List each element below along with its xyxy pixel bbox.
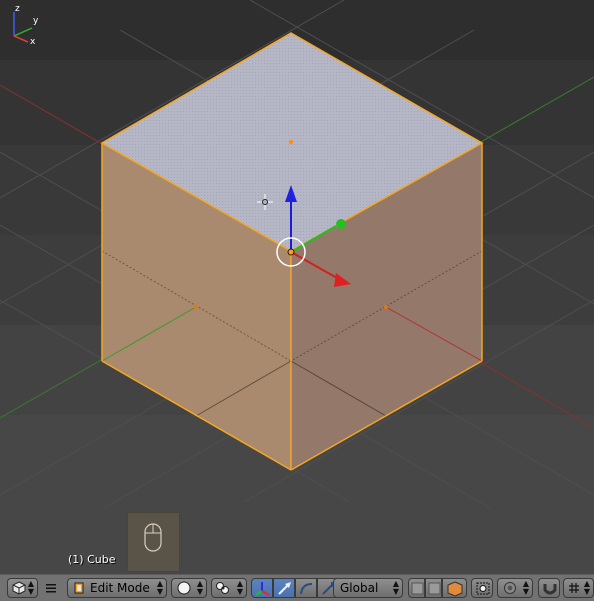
hamburger-menu-icon[interactable] xyxy=(44,581,58,595)
mode-label: Edit Mode xyxy=(90,581,150,595)
translate-manipulator-button[interactable] xyxy=(273,578,295,598)
snap-increment-icon xyxy=(569,583,579,593)
limit-selection-toggle[interactable] xyxy=(471,578,493,598)
transform-orientation-select[interactable]: Global ▲ ▼ xyxy=(333,578,403,598)
viewport-cube-icon xyxy=(12,581,26,595)
manipulator-toggle[interactable] xyxy=(251,578,273,598)
solid-sphere-icon xyxy=(177,581,191,595)
proportional-edit-icon xyxy=(504,582,516,594)
edit-mode-icon xyxy=(74,582,84,594)
rotate-manipulator-button[interactable] xyxy=(295,578,317,598)
limit-selection-icon xyxy=(476,582,490,595)
3d-viewport[interactable]: z y x (1) Cube xyxy=(0,0,594,574)
rotate-arc-icon xyxy=(300,583,313,595)
vertex-select-icon xyxy=(411,582,424,595)
translate-arrow-icon xyxy=(278,582,291,595)
axis-z-label: z xyxy=(15,4,20,14)
axis-orientation-widget: z y x xyxy=(13,4,39,47)
mouse-icon xyxy=(144,523,162,552)
viewport-shading-select[interactable]: ▲ ▼ xyxy=(171,578,207,598)
vertex-select-mode-button[interactable] xyxy=(408,578,425,598)
snap-element-select[interactable]: ▲ ▼ xyxy=(563,578,594,598)
edge-select-icon xyxy=(428,582,441,595)
axis-x-label: x xyxy=(30,37,36,47)
mode-select[interactable]: Edit Mode ▲ ▼ xyxy=(67,578,167,598)
manipulator-axes-icon xyxy=(255,582,270,596)
orientation-label: Global xyxy=(340,581,379,595)
face-select-mode-button[interactable] xyxy=(442,578,467,598)
edge-select-mode-button[interactable] xyxy=(425,578,442,598)
face-select-icon xyxy=(447,581,463,597)
viewport-canvas[interactable] xyxy=(0,0,594,574)
active-object-label: (1) Cube xyxy=(68,553,116,566)
pivot-point-select[interactable]: ▲ ▼ xyxy=(211,578,247,598)
mouse-input-indicator xyxy=(127,512,180,572)
y-handle-icon xyxy=(336,219,346,229)
proportional-edit-select[interactable]: ▲ ▼ xyxy=(497,578,533,598)
pivot-point-icon xyxy=(216,582,229,594)
editor-type-button[interactable]: ▲ ▼ xyxy=(7,578,38,598)
magnet-icon xyxy=(543,584,557,595)
axis-y-label: y xyxy=(33,16,39,26)
viewport-header: ▲ ▼ Edit Mode ▲ ▼ ▲ ▼ ▲ ▼ Global ▲ ▼ ▲ ▼… xyxy=(0,574,594,601)
snap-toggle[interactable] xyxy=(538,578,560,598)
